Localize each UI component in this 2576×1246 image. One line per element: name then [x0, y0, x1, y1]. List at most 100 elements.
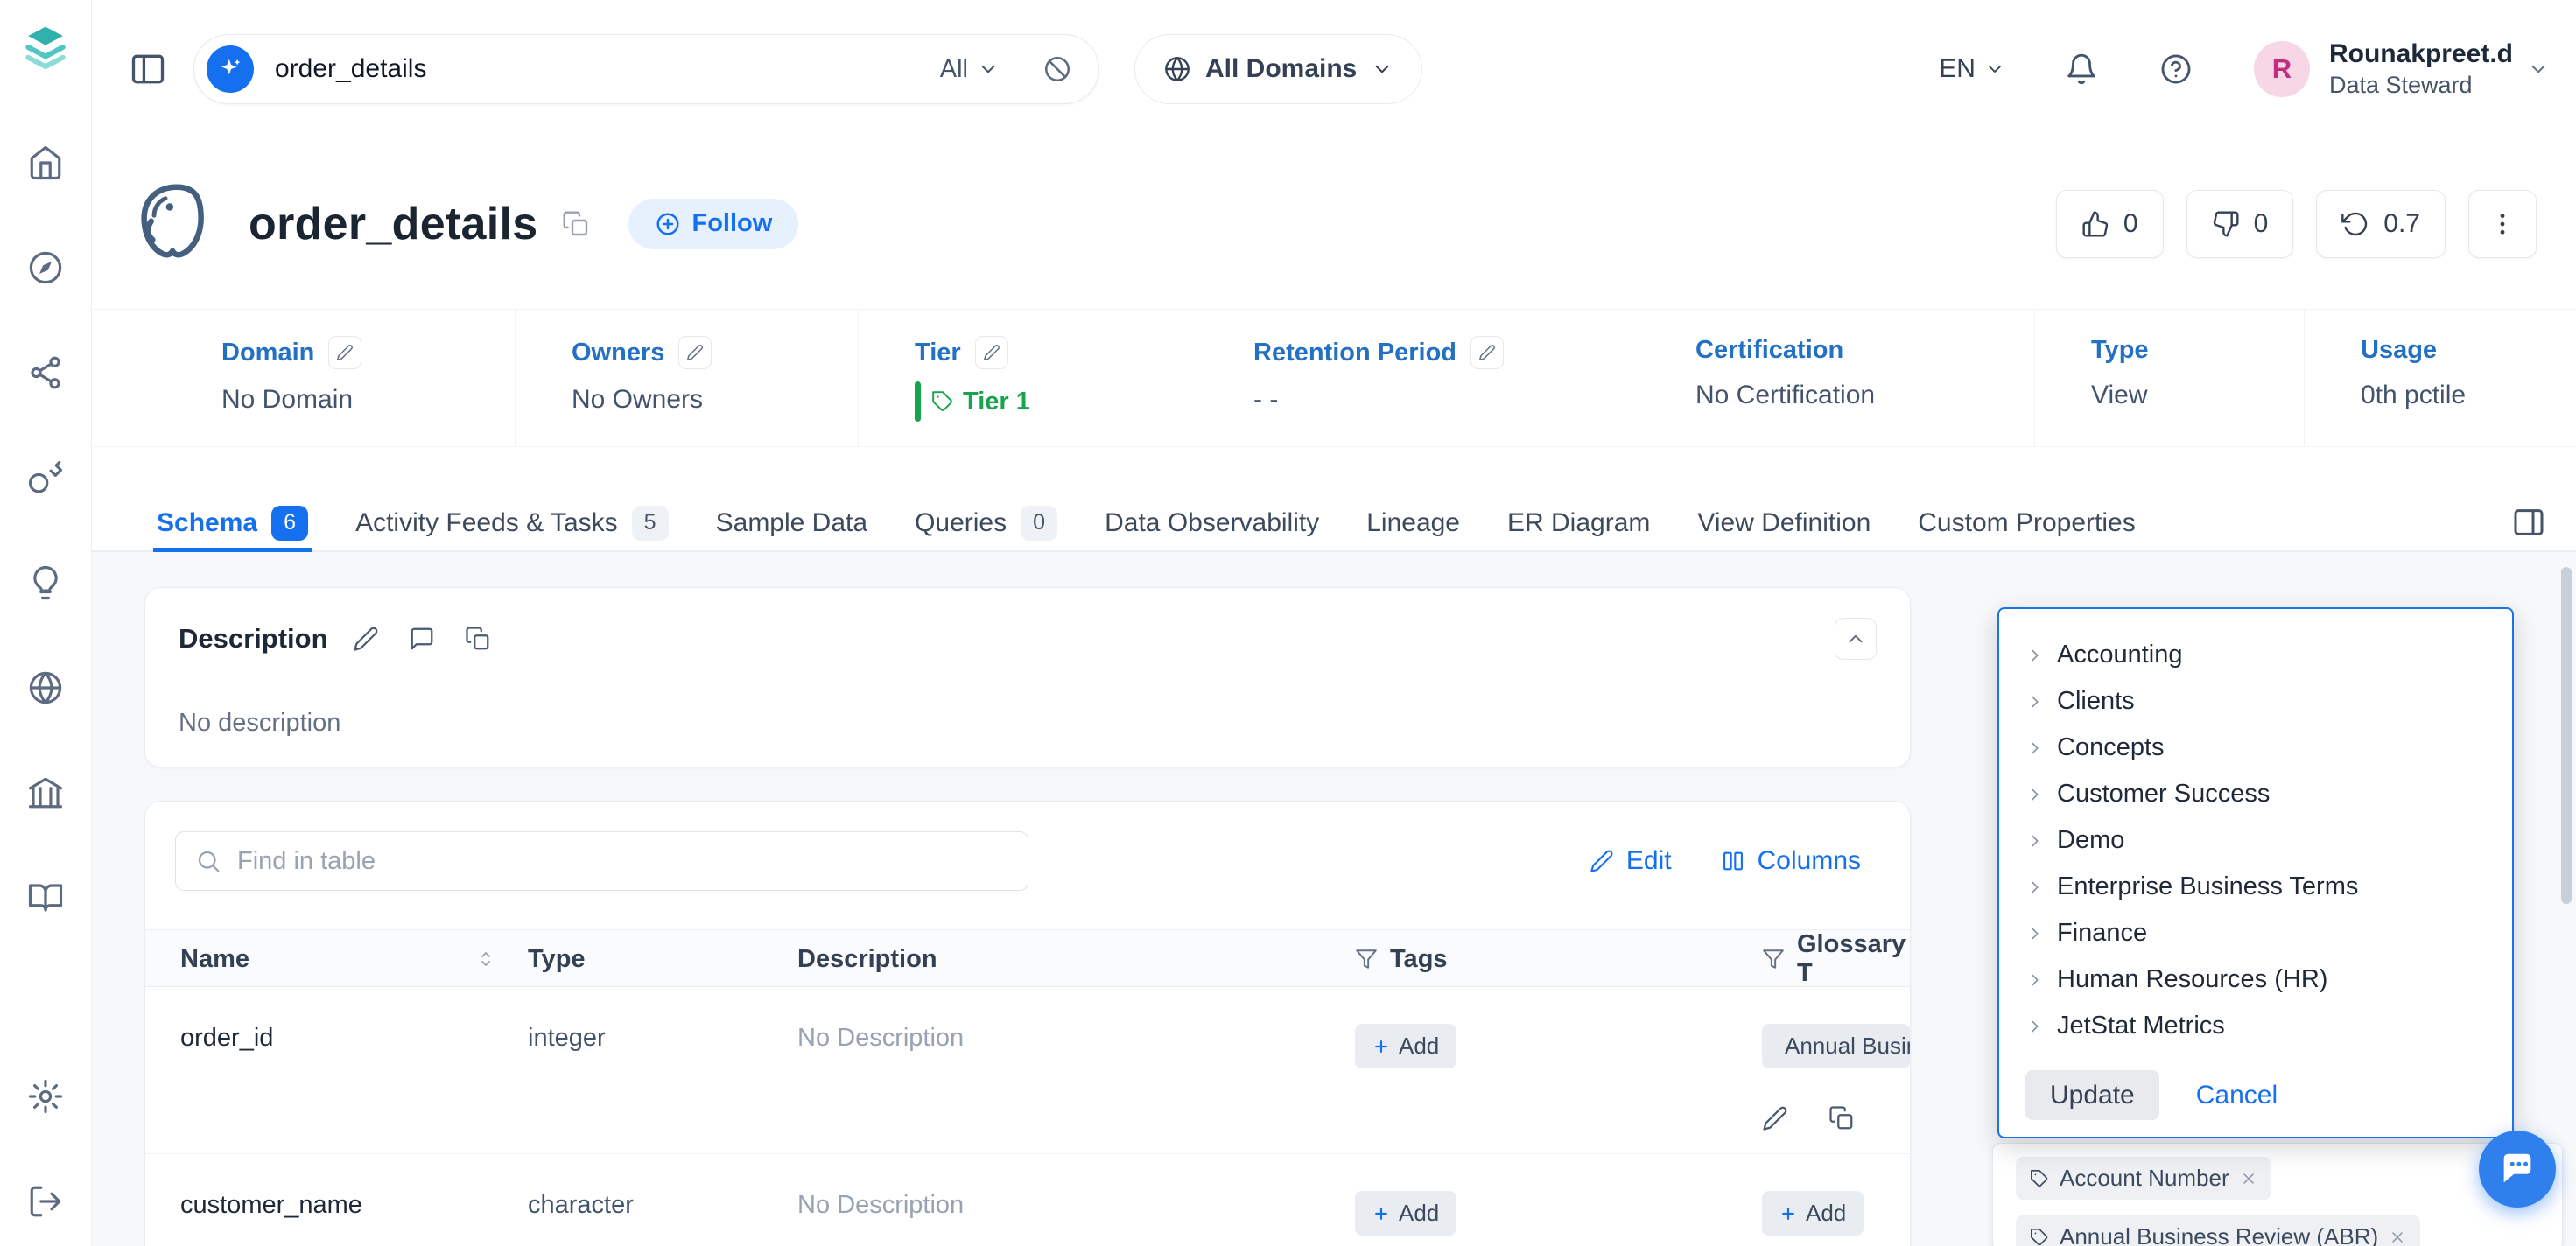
filter-funnel-icon[interactable]: [1762, 948, 1785, 970]
settings-gear-icon[interactable]: [27, 1078, 64, 1115]
glossary-book-icon[interactable]: [27, 879, 64, 916]
search-scope-dropdown[interactable]: All: [940, 55, 1000, 84]
right-panel-toggle-icon[interactable]: [2511, 505, 2546, 540]
filter-funnel-icon[interactable]: [1355, 948, 1378, 970]
glossary-node-jetstat-metrics[interactable]: JetStat Metrics: [2025, 1003, 2512, 1049]
glossary-node-finance[interactable]: Finance: [2025, 910, 2512, 956]
collapse-description-button[interactable]: [1835, 618, 1877, 660]
schema-table-card: Edit Columns Name Type Description: [144, 801, 1911, 1246]
app-logo-icon[interactable]: [21, 23, 70, 76]
edit-domain-button[interactable]: [328, 336, 361, 369]
find-in-table-input[interactable]: [237, 847, 1008, 876]
glossary-node-enterprise-business-terms[interactable]: Enterprise Business Terms: [2025, 864, 2512, 910]
quality-score-button[interactable]: 0.7: [2316, 190, 2446, 258]
remove-term-icon[interactable]: [2240, 1170, 2257, 1187]
downvote-count: 0: [2254, 209, 2269, 239]
tab-er-diagram[interactable]: ER Diagram: [1504, 498, 1653, 552]
all-domains-button[interactable]: All Domains: [1134, 34, 1422, 104]
domains-globe-icon[interactable]: [27, 669, 64, 706]
logout-icon[interactable]: [27, 1183, 64, 1220]
chevron-down-icon: [1371, 58, 1393, 80]
more-options-button[interactable]: [2468, 190, 2537, 258]
user-avatar[interactable]: R: [2254, 41, 2310, 97]
lineage-network-icon[interactable]: [27, 354, 64, 391]
edit-table-button[interactable]: Edit: [1590, 846, 1672, 876]
column-header-name[interactable]: Name: [145, 930, 528, 988]
tab-schema[interactable]: Schema6: [153, 498, 312, 552]
chat-assistant-button[interactable]: [2479, 1130, 2556, 1208]
follow-plus-icon: [655, 211, 681, 237]
copy-glossary-icon[interactable]: [1828, 1105, 1855, 1131]
find-in-table-search[interactable]: [175, 831, 1028, 891]
home-icon[interactable]: [27, 144, 64, 181]
owners-value: No Owners: [572, 385, 858, 415]
edit-tier-button[interactable]: [975, 336, 1008, 369]
chevron-down-icon: [1984, 59, 2005, 80]
upvote-button[interactable]: 0: [2056, 190, 2164, 258]
postgres-icon: [131, 178, 222, 270]
tab-view-definition[interactable]: View Definition: [1694, 498, 1874, 552]
glossary-node-customer-success[interactable]: Customer Success: [2025, 771, 2512, 817]
add-tag-button[interactable]: Add: [1355, 1191, 1456, 1236]
tab-queries[interactable]: Queries0: [911, 498, 1061, 552]
glossary-node-human-resources[interactable]: Human Resources (HR): [2025, 956, 2512, 1003]
notifications-bell-icon[interactable]: [2065, 52, 2098, 86]
help-icon[interactable]: [2159, 52, 2193, 86]
downvote-button[interactable]: 0: [2186, 190, 2294, 258]
edit-owners-button[interactable]: [678, 336, 712, 369]
govern-bank-icon[interactable]: [27, 774, 64, 811]
tab-activity-feeds[interactable]: Activity Feeds & Tasks5: [352, 498, 672, 552]
column-header-tags[interactable]: Tags: [1355, 930, 1762, 988]
insights-bulb-icon[interactable]: [27, 564, 64, 601]
glossary-node-demo[interactable]: Demo: [2025, 817, 2512, 864]
user-info[interactable]: Rounakpreet.d Data Steward: [2329, 38, 2513, 100]
language-selector[interactable]: EN: [1939, 54, 2005, 84]
owners-label: Owners: [572, 339, 664, 368]
selected-term-chip[interactable]: Account Number: [2016, 1157, 2271, 1200]
tab-data-observability[interactable]: Data Observability: [1101, 498, 1323, 552]
sort-icon[interactable]: [475, 948, 496, 970]
glossary-node-concepts[interactable]: Concepts: [2025, 724, 2512, 771]
chevron-right-icon: [2025, 785, 2045, 804]
copy-name-icon[interactable]: [562, 210, 590, 238]
edit-retention-button[interactable]: [1470, 336, 1504, 369]
comment-icon[interactable]: [409, 626, 435, 652]
copy-description-icon[interactable]: [465, 626, 491, 652]
add-glossary-term-button[interactable]: Add: [1762, 1191, 1864, 1236]
tab-sample-data[interactable]: Sample Data: [712, 498, 871, 552]
description-title: Description: [179, 623, 328, 654]
column-header-type[interactable]: Type: [528, 930, 797, 988]
domain-label: Domain: [221, 339, 314, 368]
glossary-node-accounting[interactable]: Accounting: [2025, 632, 2512, 678]
cell-data-type: character: [528, 1154, 797, 1236]
sidebar-toggle-icon[interactable]: [129, 50, 167, 88]
column-header-description[interactable]: Description: [797, 930, 1355, 988]
clear-search-icon[interactable]: [1042, 54, 1072, 84]
chat-bubble-icon: [2497, 1149, 2537, 1189]
meta-owners: Owners No Owners: [516, 310, 859, 446]
columns-button[interactable]: Columns: [1721, 846, 1861, 876]
edit-description-icon[interactable]: [353, 626, 379, 652]
selected-term-chip[interactable]: Annual Business Review (ABR): [2016, 1215, 2420, 1246]
tab-custom-properties[interactable]: Custom Properties: [1914, 498, 2138, 552]
access-key-icon[interactable]: [27, 459, 64, 496]
remove-term-icon[interactable]: [2389, 1228, 2406, 1246]
update-button[interactable]: Update: [2025, 1070, 2159, 1120]
column-header-glossary[interactable]: Glossary T: [1762, 930, 1910, 988]
glossary-node-clients[interactable]: Clients: [2025, 678, 2512, 724]
global-search-bar[interactable]: All: [193, 34, 1099, 104]
edit-glossary-icon[interactable]: [1762, 1105, 1788, 1131]
plus-icon: [1372, 1038, 1390, 1055]
glossary-term-chip[interactable]: Annual Busine: [1762, 1024, 1910, 1068]
cancel-button[interactable]: Cancel: [2196, 1081, 2278, 1110]
explore-compass-icon[interactable]: [27, 249, 64, 286]
history-icon: [2341, 210, 2369, 238]
tab-lineage[interactable]: Lineage: [1363, 498, 1463, 552]
follow-button[interactable]: Follow: [628, 199, 798, 249]
user-menu-chevron-icon[interactable]: [2527, 58, 2550, 80]
tier-value: Tier 1: [915, 382, 1197, 422]
plus-icon: [1372, 1205, 1390, 1222]
add-tag-button[interactable]: Add: [1355, 1024, 1456, 1068]
page-scrollbar[interactable]: [2561, 567, 2572, 904]
search-input[interactable]: [275, 54, 919, 84]
